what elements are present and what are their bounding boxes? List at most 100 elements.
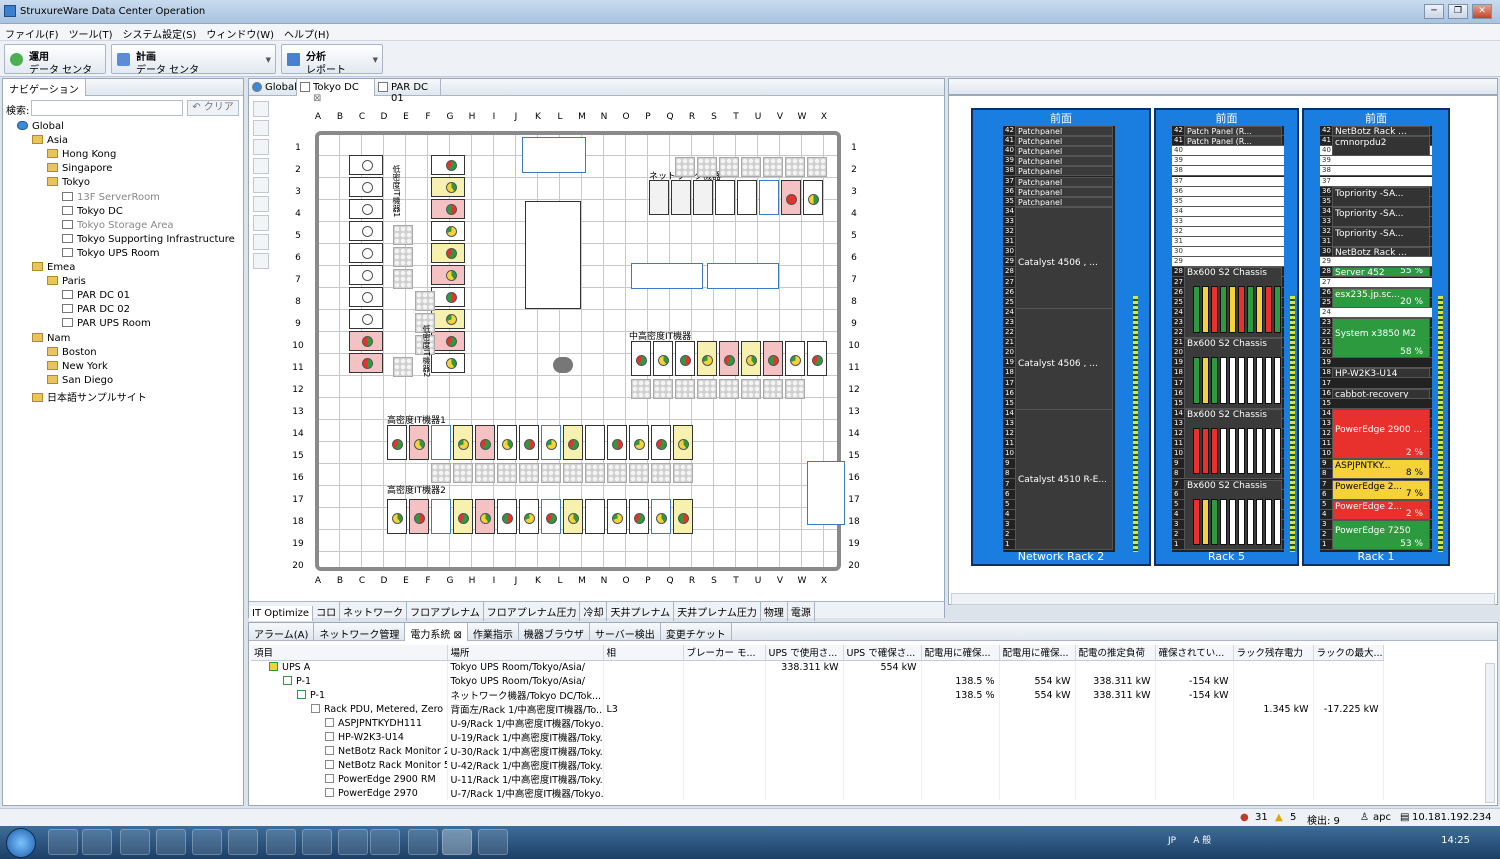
table-row[interactable]: ASPJPNTKYDH111 U-9/Rack 1/中高密度IT機器/Tokyo.… <box>251 716 1384 730</box>
error-count[interactable]: 31 <box>1255 812 1268 823</box>
rack[interactable] <box>607 499 627 534</box>
blade[interactable] <box>1202 498 1209 546</box>
tab-par-dc-01[interactable]: PAR DC 01 <box>375 79 441 104</box>
rack[interactable] <box>697 341 717 376</box>
tree-item[interactable]: 日本語サンプルサイト <box>32 389 147 404</box>
rack-device[interactable]: Patchpanel <box>1015 146 1113 157</box>
layer-tab[interactable]: フロアプレナム圧力 <box>484 602 581 621</box>
rack[interactable] <box>651 425 671 460</box>
blade[interactable] <box>1265 286 1272 334</box>
column-header[interactable]: 項目 <box>251 645 448 661</box>
column-header[interactable]: 場所 <box>447 645 604 661</box>
perforated-tile[interactable] <box>475 463 495 483</box>
perspective-planning[interactable]: 計画 データ センタ ▼ <box>111 44 276 76</box>
perforated-tile[interactable] <box>585 463 605 483</box>
tree-item[interactable]: PAR DC 02 <box>62 304 130 315</box>
rack-device[interactable]: esx235.jp.sc... 20 % <box>1332 287 1430 308</box>
blade[interactable] <box>1247 357 1254 404</box>
cooling-unit[interactable] <box>522 137 586 173</box>
tree-item[interactable]: Global <box>17 121 64 132</box>
taskbar-cmd[interactable] <box>48 829 78 855</box>
blade[interactable] <box>1220 498 1227 546</box>
chevron-down-icon[interactable]: ▼ <box>266 56 271 64</box>
rack[interactable] <box>349 353 383 373</box>
blade[interactable] <box>1193 286 1200 334</box>
table-row[interactable]: PowerEdge 2970 U-7/Rack 1/中高密度IT機器/Tokyo.… <box>251 786 1384 800</box>
tree-item[interactable]: New York <box>47 360 108 372</box>
layer-tab[interactable]: コロ <box>313 602 341 621</box>
perforated-tile[interactable] <box>785 157 805 177</box>
detected-count[interactable]: 検出: 9 <box>1307 812 1340 827</box>
rack[interactable] <box>431 425 451 460</box>
network-rack[interactable] <box>693 180 713 215</box>
rack[interactable] <box>497 499 517 534</box>
table-row[interactable]: NetBotz Rack Monitor 20 U-30/Rack 1/中高密度I… <box>251 744 1384 758</box>
blade-chassis[interactable]: Bx600 S2 Chassis <box>1184 338 1282 409</box>
rack-device[interactable]: Topriority -SA... <box>1332 227 1430 248</box>
table-row[interactable]: P-1 ネットワーク機器/Tokyo DC/Tok... 138.5 % 554 kW… <box>251 688 1384 702</box>
fit-tool[interactable] <box>253 158 269 174</box>
grid-tool[interactable] <box>253 177 269 193</box>
blade[interactable] <box>1256 427 1263 475</box>
rack[interactable] <box>349 309 383 329</box>
rack[interactable] <box>431 331 465 351</box>
rack[interactable] <box>585 499 605 534</box>
perforated-tile[interactable] <box>653 379 673 399</box>
blade[interactable] <box>1274 286 1281 334</box>
language-indicator[interactable]: JP A 般 <box>1168 833 1211 846</box>
blade[interactable] <box>1220 357 1227 404</box>
rack-device[interactable]: Patchpanel <box>1015 136 1113 147</box>
floor-grid[interactable]: ネットワーク機器 中高密度IT機器 高密度IT機器1 高密度IT機器2 低密度IT機器1… <box>315 131 845 571</box>
perforated-tile[interactable] <box>393 269 413 289</box>
perforated-tile[interactable] <box>741 379 761 399</box>
rack[interactable] <box>349 221 383 241</box>
rack[interactable] <box>431 287 465 307</box>
perforated-tile[interactable] <box>673 463 693 483</box>
tree-item[interactable]: Emea <box>32 262 75 273</box>
rack[interactable] <box>475 499 495 534</box>
clock[interactable]: 14:25 <box>1441 835 1470 846</box>
layer-tab[interactable]: 天井プレナム <box>607 602 675 621</box>
rack-device[interactable]: Patchpanel <box>1015 156 1113 167</box>
blade[interactable] <box>1193 498 1200 546</box>
blade[interactable] <box>1256 498 1263 546</box>
rack[interactable] <box>431 499 451 534</box>
blade-chassis[interactable]: Bx600 S2 Chassis <box>1184 408 1282 480</box>
rack[interactable] <box>673 499 693 534</box>
rack[interactable] <box>453 425 473 460</box>
column-header[interactable]: ラックの最大... <box>1313 645 1384 661</box>
column-header[interactable]: 配電用に確保... <box>921 645 1000 661</box>
perforated-tile[interactable] <box>607 463 627 483</box>
layer-tool[interactable] <box>253 196 269 212</box>
blade[interactable] <box>1229 357 1236 404</box>
tree-item[interactable]: PAR DC 01 <box>62 290 130 301</box>
taskbar-app-9[interactable] <box>478 829 508 855</box>
taskbar-app-4[interactable] <box>228 829 258 855</box>
tree-item[interactable]: Tokyo DC <box>62 205 123 217</box>
table-row[interactable]: Rack PDU, Metered, Zero U, : 背面左/Rack 1/中… <box>251 702 1384 716</box>
column-header[interactable]: ラック残存電力 <box>1233 645 1314 661</box>
column-header[interactable]: 配電用に確保... <box>999 645 1076 661</box>
network-rack[interactable] <box>759 180 779 215</box>
blade[interactable] <box>1229 286 1236 334</box>
menu-system-settings[interactable]: システム設定(S) <box>117 24 201 41</box>
blade[interactable] <box>1274 357 1281 404</box>
rack[interactable] <box>431 199 465 219</box>
rack-device[interactable]: Catalyst 4506 , ... <box>1015 307 1113 419</box>
rack[interactable] <box>675 341 695 376</box>
rack[interactable] <box>475 425 495 460</box>
blade[interactable] <box>1247 286 1254 334</box>
blade[interactable] <box>1211 427 1218 475</box>
taskbar-app-1[interactable] <box>120 829 150 855</box>
table-row[interactable]: UPS A Tokyo UPS Room/Tokyo/Asia/338.311 k… <box>251 660 1384 674</box>
rack[interactable] <box>431 177 465 197</box>
rack[interactable] <box>563 425 583 460</box>
rack[interactable] <box>519 499 539 534</box>
tree-item[interactable]: San Diego <box>47 374 113 386</box>
tree-item[interactable]: 13F ServerRoom <box>62 191 160 203</box>
props-tab[interactable]: サーバー検出 <box>590 623 661 641</box>
rack-device[interactable]: Patchpanel <box>1015 126 1113 136</box>
props-tab[interactable]: アラーム(A) <box>249 623 315 641</box>
tree-item[interactable]: Boston <box>47 346 97 358</box>
rack[interactable] <box>763 341 783 376</box>
